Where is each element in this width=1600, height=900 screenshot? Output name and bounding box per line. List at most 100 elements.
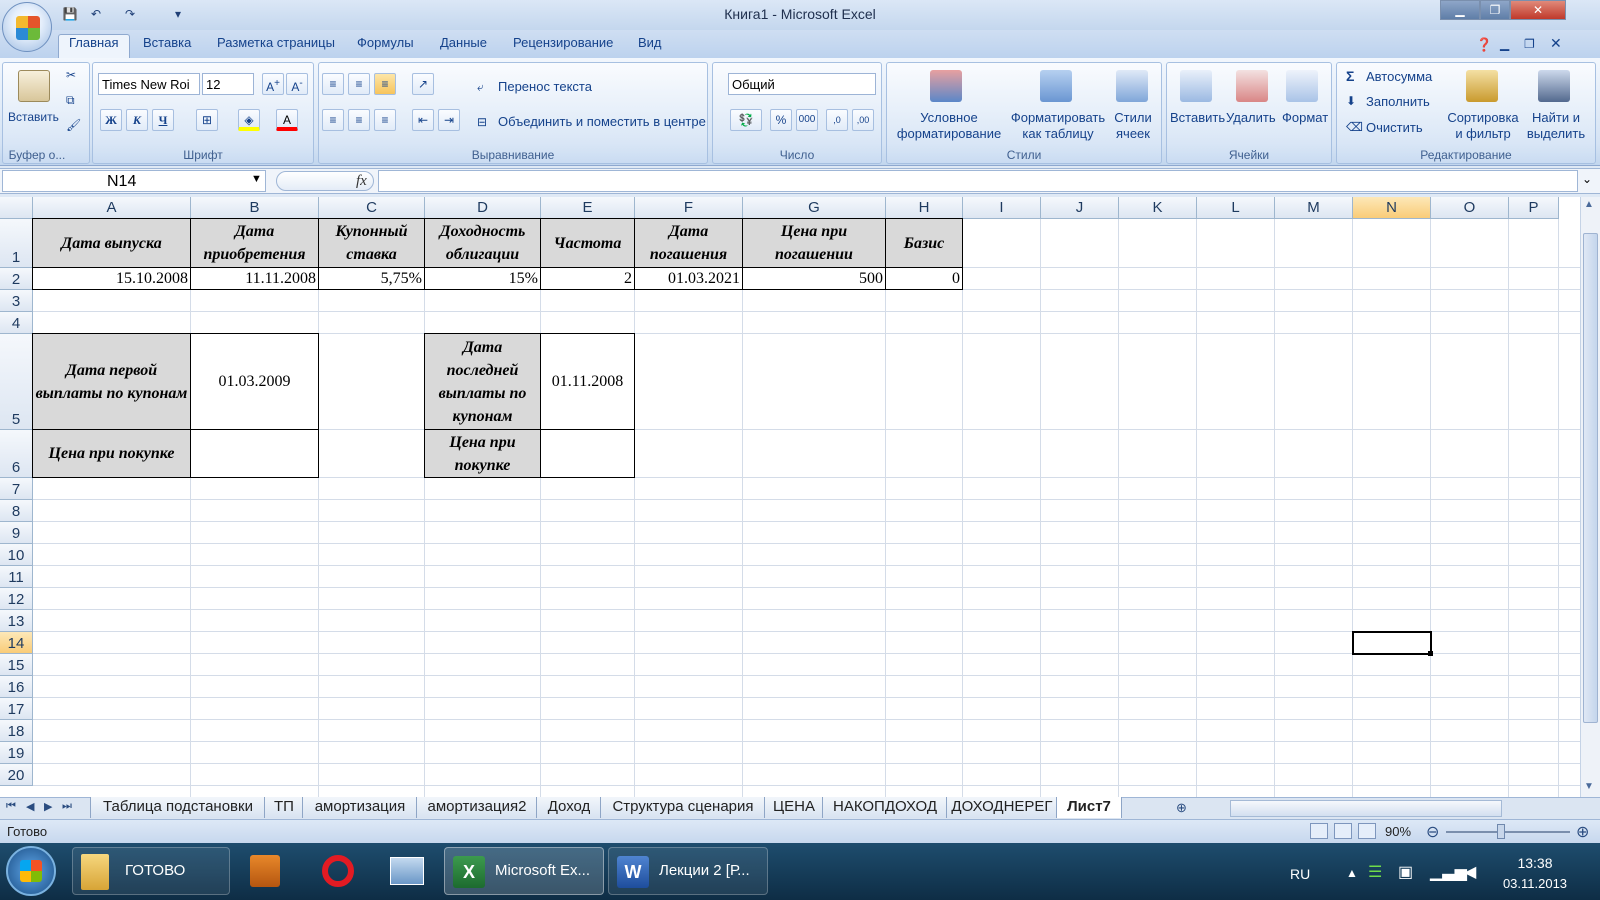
ribbon-minimize-icon[interactable]: ▁ (1500, 37, 1509, 51)
row-header-16[interactable]: 16 (0, 676, 33, 698)
sort-filter-button[interactable]: Сортировка и фильтр (1446, 110, 1520, 142)
autosum-icon[interactable]: Σ (1346, 68, 1354, 84)
row-header-14[interactable]: 14 (0, 632, 33, 654)
value-date-issue[interactable]: 15.10.2008 (32, 267, 191, 290)
row-header-10[interactable]: 10 (0, 544, 33, 566)
start-button[interactable] (6, 846, 56, 896)
value-maturity-date[interactable]: 01.03.2021 (634, 267, 743, 290)
header-date-issue[interactable]: Дата выпуска (32, 218, 191, 268)
value-redemption-price[interactable]: 500 (742, 267, 886, 290)
row-header-15[interactable]: 15 (0, 654, 33, 676)
close-button[interactable]: ✕ (1510, 0, 1566, 20)
tray-device-icon[interactable]: ▣ (1398, 862, 1413, 882)
conditional-format-icon[interactable] (930, 70, 962, 102)
tab-view[interactable]: Вид (638, 35, 662, 50)
sheet-tab-9[interactable]: Лист7 (1056, 797, 1122, 818)
header-maturity-date[interactable]: Дата погашения (634, 218, 743, 268)
column-header-h[interactable]: H (886, 197, 963, 219)
font-name-select[interactable]: Times New Roi (98, 73, 200, 95)
tab-insert[interactable]: Вставка (143, 35, 191, 50)
column-header-j[interactable]: J (1041, 197, 1119, 219)
tab-review[interactable]: Рецензирование (513, 35, 613, 50)
sheet-tab-8[interactable]: ДОХОДНЕРЕГ (946, 797, 1058, 818)
row-header-4[interactable]: 4 (0, 312, 33, 334)
format-as-table-icon[interactable] (1040, 70, 1072, 102)
row-header-18[interactable]: 18 (0, 720, 33, 742)
clear-button[interactable]: Очистить (1366, 120, 1423, 135)
taskbar-opera[interactable] (310, 847, 366, 895)
network-icon[interactable]: ▁▃▅ (1430, 862, 1467, 882)
row-header-6[interactable]: 6 (0, 430, 33, 478)
delete-cells-button[interactable]: Удалить (1226, 110, 1276, 125)
value-frequency[interactable]: 2 (540, 267, 635, 290)
insert-cells-button[interactable]: Вставить (1170, 110, 1225, 125)
grow-font-button[interactable]: A+ (262, 73, 284, 95)
align-left-icon[interactable]: ≡ (322, 109, 344, 131)
header-frequency[interactable]: Частота (540, 218, 635, 268)
row-header-8[interactable]: 8 (0, 500, 33, 522)
language-indicator[interactable]: RU (1290, 866, 1310, 882)
wrap-text-button[interactable]: Перенос текста (498, 79, 592, 94)
ribbon-restore-icon[interactable]: ❐ (1524, 37, 1535, 51)
price-value-2[interactable] (540, 429, 635, 478)
column-header-f[interactable]: F (635, 197, 743, 219)
name-box[interactable]: N14 ▼ (2, 170, 266, 192)
value-coupon-rate[interactable]: 5,75% (318, 267, 425, 290)
row-header-17[interactable]: 17 (0, 698, 33, 720)
sheet-nav-first-icon[interactable]: ⏮ (6, 800, 16, 813)
formula-expand-icon[interactable]: ⌄ (1582, 172, 1592, 186)
insert-sheet-icon[interactable]: ⊕ (1176, 800, 1187, 816)
thousands-button[interactable]: 000 (796, 109, 818, 131)
underline-button[interactable]: Ч (152, 109, 174, 131)
worksheet-grid[interactable]: A B C D E F G H I J K L M N O P 1 2 3 4 5 6 7 8 9 10 11 12 13 14 15 16 1… (0, 197, 1580, 797)
value-date-purchase[interactable]: 11.11.2008 (190, 267, 319, 290)
maximize-button[interactable]: ❐ (1480, 0, 1510, 20)
workbook-close-icon[interactable]: ✕ (1550, 35, 1562, 52)
fill-icon[interactable]: ⬇ (1346, 94, 1356, 108)
vertical-scrollbar[interactable]: ▲ ▼ (1580, 197, 1600, 797)
row-header-5[interactable]: 5 (0, 334, 33, 430)
scroll-thumb[interactable] (1583, 233, 1598, 723)
header-redemption-price[interactable]: Цена при погашении (742, 218, 886, 268)
help-icon[interactable]: ❓ (1476, 37, 1492, 53)
row-header-3[interactable]: 3 (0, 290, 33, 312)
row-header-2[interactable]: 2 (0, 268, 33, 290)
orientation-icon[interactable]: ↗ (412, 73, 434, 95)
undo-icon[interactable]: ↶ (88, 6, 104, 22)
price-label-2[interactable]: Цена при покупке (424, 429, 541, 478)
value-basis[interactable]: 0 (885, 267, 963, 290)
column-header-c[interactable]: C (319, 197, 425, 219)
align-bottom-icon[interactable]: ≡ (374, 73, 396, 95)
clear-icon[interactable]: ⌫ (1346, 120, 1363, 134)
row-header-19[interactable]: 19 (0, 742, 33, 764)
customize-qat-icon[interactable]: ▾ (170, 6, 186, 22)
column-header-p[interactable]: P (1509, 197, 1559, 219)
zoom-slider-thumb[interactable] (1497, 824, 1505, 839)
increase-decimal-icon[interactable]: ,0 (826, 109, 848, 131)
scroll-down-icon[interactable]: ▼ (1584, 781, 1594, 792)
fill-handle[interactable] (1428, 651, 1433, 656)
align-right-icon[interactable]: ≡ (374, 109, 396, 131)
tab-home[interactable]: Главная (69, 35, 118, 50)
cell-styles-icon[interactable] (1116, 70, 1148, 102)
cell-styles-button[interactable]: Стили ячеек (1110, 110, 1156, 142)
decrease-indent-icon[interactable]: ⇤ (412, 109, 434, 131)
page-break-view-icon[interactable] (1358, 823, 1376, 839)
sheet-tab-5[interactable]: Структура сценария (600, 797, 766, 818)
tab-page-layout[interactable]: Разметка страницы (217, 35, 335, 50)
format-painter-icon[interactable]: 🖌 (66, 118, 81, 132)
minimize-button[interactable]: ▁ (1440, 0, 1480, 20)
sheet-tab-4[interactable]: Доход (536, 797, 602, 818)
taskbar-media-player[interactable] (238, 847, 294, 895)
column-header-g[interactable]: G (743, 197, 886, 219)
price-value-1[interactable] (190, 429, 319, 478)
tab-formulas[interactable]: Формулы (357, 35, 414, 50)
bold-button[interactable]: Ж (100, 109, 122, 131)
first-coupon-value[interactable]: 01.03.2009 (190, 333, 319, 430)
copy-icon[interactable]: ⧉ (66, 93, 75, 108)
first-coupon-label[interactable]: Дата первой выплаты по купонам (32, 333, 191, 430)
merge-center-icon[interactable]: ⊟ (477, 115, 487, 129)
sheet-nav-next-icon[interactable]: ▶ (44, 800, 52, 813)
column-header-m[interactable]: M (1275, 197, 1353, 219)
align-middle-icon[interactable]: ≡ (348, 73, 370, 95)
